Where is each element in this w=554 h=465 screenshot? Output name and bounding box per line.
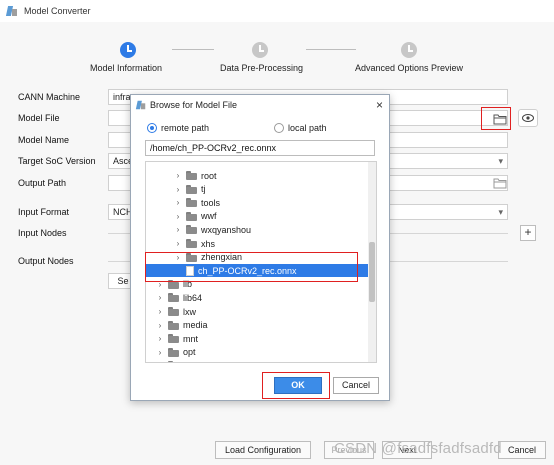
eye-icon[interactable] [518, 109, 538, 127]
tree-folder-item[interactable]: › media [146, 319, 368, 332]
local-path-label: local path [288, 123, 327, 133]
load-configuration-button[interactable]: Load Configuration [215, 441, 311, 459]
folder-icon [186, 198, 197, 208]
tree-folder-item[interactable]: › wwf [146, 210, 368, 223]
chevron-right-icon[interactable]: › [174, 239, 182, 248]
step-1-clock-icon [120, 42, 136, 58]
chevron-right-icon[interactable]: › [174, 185, 182, 194]
chevron-right-icon[interactable]: › [156, 334, 164, 343]
dialog-title-bar: Browse for Model File × [131, 95, 389, 115]
chevron-right-icon[interactable]: › [174, 198, 182, 207]
window-title: Model Converter [24, 6, 91, 16]
folder-icon [186, 239, 197, 248]
step-connector [306, 49, 356, 50]
folder-icon [168, 361, 179, 362]
dialog-title: Browse for Model File [150, 100, 238, 110]
tree-folder-item[interactable]: › lxw [146, 305, 368, 318]
chevron-right-icon[interactable]: › [156, 307, 164, 316]
tree-item-label: mnt [183, 333, 199, 344]
chevron-right-icon[interactable]: › [156, 348, 164, 357]
highlight-box [481, 107, 511, 130]
tree-folder-item[interactable]: › tj [146, 183, 368, 196]
tree-folder-item[interactable]: › root [146, 169, 368, 182]
tree-folder-item[interactable]: › tools [146, 196, 368, 209]
browse-model-file-dialog: Browse for Model File × remote path loca… [130, 94, 390, 401]
close-icon[interactable]: × [376, 98, 383, 112]
scroll-thumb[interactable] [369, 242, 375, 302]
add-input-node-button[interactable]: + [520, 225, 536, 241]
step-connector [172, 49, 214, 50]
input-nodes-label: Input Nodes [18, 228, 67, 238]
tree-item-label: tools [201, 197, 221, 208]
tree-item-label: out [183, 361, 196, 362]
tree-folder-item[interactable]: › out [146, 359, 368, 362]
tree-folder-item[interactable]: › opt [146, 346, 368, 359]
cancel-button[interactable]: Cancel [498, 441, 546, 459]
step-label-data-preprocessing: Data Pre-Processing [220, 63, 304, 73]
title-bar: Model Converter [0, 0, 554, 22]
target-soc-label: Target SoC Version [18, 156, 96, 166]
chevron-right-icon[interactable]: › [174, 225, 182, 234]
radio-unchecked-icon[interactable] [274, 123, 284, 133]
chevron-right-icon[interactable]: › [174, 171, 182, 180]
input-format-label: Input Format [18, 207, 70, 217]
local-path-radio[interactable]: local path [274, 123, 327, 133]
output-folder-icon[interactable] [493, 177, 507, 189]
folder-icon [168, 320, 179, 330]
tree-item-label: xhs [201, 238, 216, 249]
chevron-right-icon[interactable]: › [156, 361, 164, 362]
tree-item-label: wwf [201, 211, 217, 222]
model-file-label: Model File [18, 113, 60, 123]
chevron-right-icon[interactable]: › [156, 293, 164, 302]
tree-scrollbar[interactable] [368, 162, 376, 362]
output-nodes-label: Output Nodes [18, 256, 74, 266]
chevron-right-icon[interactable]: › [174, 212, 182, 221]
tree-item-label: lib64 [183, 292, 203, 303]
folder-icon [168, 347, 179, 357]
step-label-model-information: Model Information [90, 63, 163, 73]
app-logo-icon [136, 100, 146, 110]
wizard-stepper: Model Information Data Pre-Processing Ad… [0, 38, 554, 78]
tree-folder-item[interactable]: › xhs [146, 237, 368, 250]
step-3-clock-icon [401, 42, 417, 58]
step-2-clock-icon [252, 42, 268, 58]
step-label-advanced-options: Advanced Options Preview [355, 63, 464, 73]
radio-checked-icon[interactable] [147, 123, 157, 133]
folder-icon [168, 293, 179, 303]
highlight-box [145, 252, 358, 282]
tree-item-label: media [183, 320, 208, 331]
folder-icon [168, 307, 179, 316]
model-name-label: Model Name [18, 135, 70, 145]
remote-path-label: remote path [161, 123, 210, 133]
watermark: CSDN @fsadfsfadfsadfd [334, 440, 502, 457]
path-input[interactable]: /home/ch_PP-OCRv2_rec.onnx [145, 140, 375, 156]
tree-item-label: lxw [183, 306, 196, 317]
tree-item-label: tj [201, 184, 206, 195]
folder-icon [186, 171, 197, 180]
dialog-cancel-button[interactable]: Cancel [333, 377, 379, 394]
output-path-label: Output Path [18, 178, 67, 188]
chevron-right-icon[interactable]: › [156, 321, 164, 330]
folder-icon [168, 334, 179, 344]
app-logo-icon [6, 5, 18, 17]
model-converter-window: Model Converter Model Information Data P… [0, 0, 554, 465]
highlight-box [262, 372, 330, 399]
folder-icon [186, 225, 197, 235]
tree-folder-item[interactable]: › lib64 [146, 291, 368, 304]
tree-item-label: wxqyanshou [201, 224, 252, 235]
remote-path-radio[interactable]: remote path [147, 123, 209, 133]
tree-item-label: root [201, 170, 217, 181]
tree-folder-item[interactable]: › mnt [146, 332, 368, 345]
cann-machine-label: CANN Machine [18, 92, 81, 102]
folder-icon [186, 184, 197, 194]
folder-icon [186, 211, 197, 221]
tree-item-label: opt [183, 347, 196, 358]
tree-folder-item[interactable]: › wxqyanshou [146, 223, 368, 236]
